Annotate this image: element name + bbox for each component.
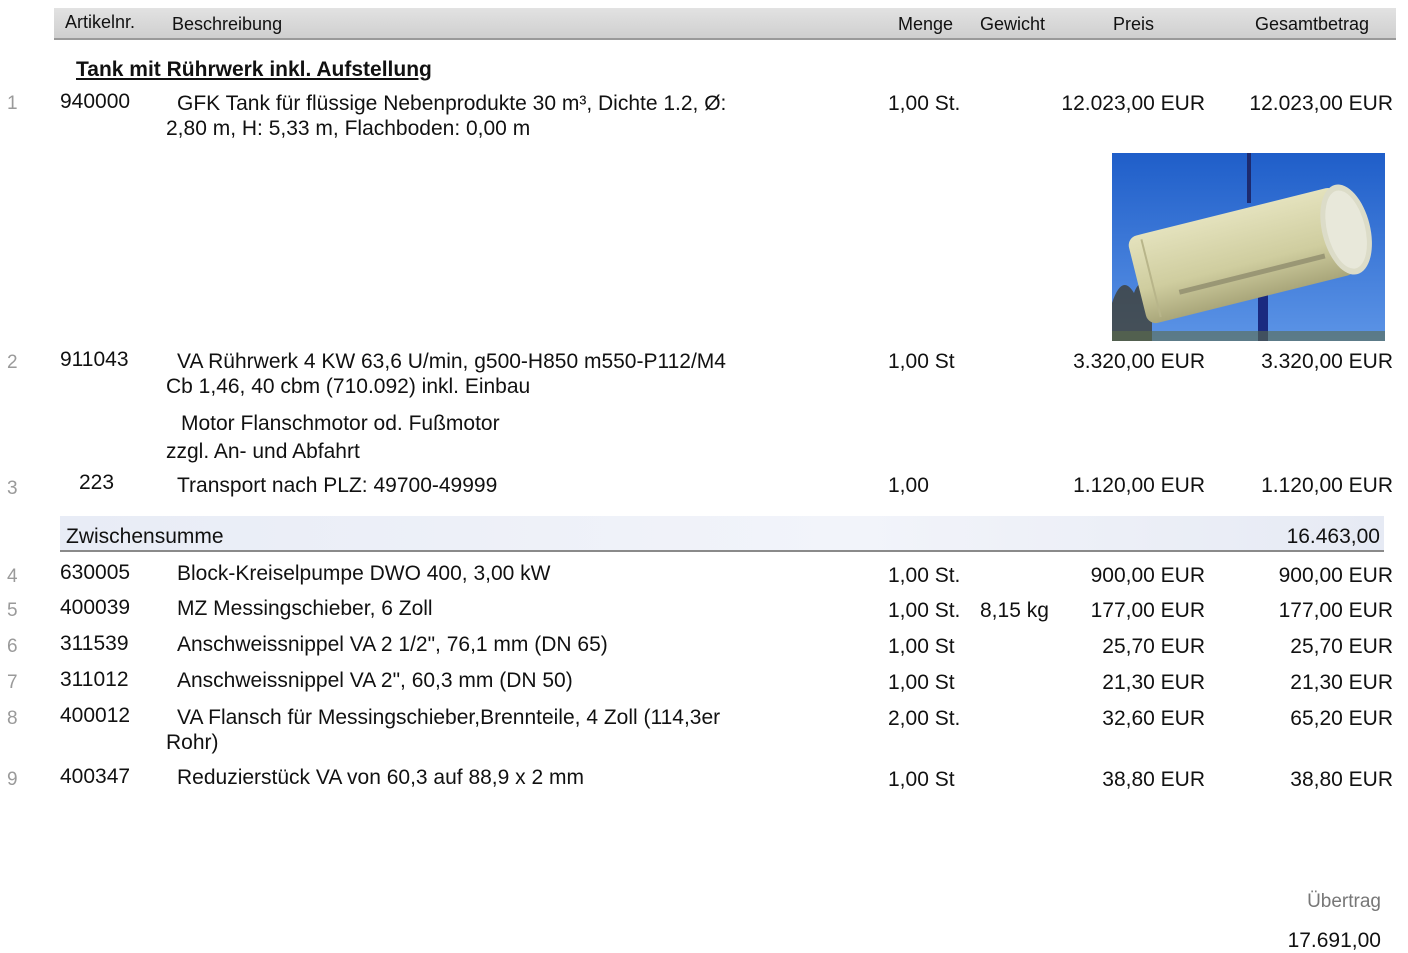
weight: 8,15 kg (980, 599, 1049, 622)
article-number: 940000 (60, 90, 131, 113)
article-number: 223 (79, 471, 115, 494)
quantity: 1,00 St (888, 635, 955, 658)
quantity: 1,00 St. (888, 564, 961, 587)
header-gesamtbetrag: Gesamtbetrag (1255, 14, 1370, 34)
header-gewicht: Gewicht (980, 14, 1046, 34)
header-artikelnr: Artikelnr. (65, 12, 136, 32)
carry-forward-value: 17.691,00 (1287, 929, 1381, 952)
header-menge: Menge (898, 14, 954, 34)
position-number: 2 (7, 352, 18, 373)
line-total: 12.023,00 EUR (1249, 92, 1393, 115)
quantity: 1,00 St (888, 350, 955, 373)
quantity: 1,00 St (888, 671, 955, 694)
quantity: 1,00 St (888, 768, 955, 791)
unit-price: 12.023,00 EUR (1061, 92, 1205, 115)
subtotal-bar (60, 516, 1384, 552)
description-line: VA Rührwerk 4 KW 63,6 U/min, g500-H850 m… (177, 350, 726, 373)
unit-price: 38,80 EUR (1102, 768, 1205, 791)
section-title: Tank mit Rührwerk inkl. Aufstellung (76, 58, 432, 81)
position-number: 9 (7, 769, 18, 790)
position-number: 6 (7, 636, 18, 657)
carry-forward-label: Übertrag (1307, 891, 1381, 912)
quantity: 1,00 St. (888, 92, 961, 115)
description-line: GFK Tank für flüssige Nebenprodukte 30 m… (177, 92, 727, 115)
position-number: 5 (7, 600, 18, 621)
tank-photo (1112, 153, 1385, 341)
unit-price: 21,30 EUR (1102, 671, 1205, 694)
description-line: Cb 1,46, 40 cbm (710.092) inkl. Einbau (166, 375, 531, 398)
note-line: zzgl. An- und Abfahrt (166, 440, 360, 463)
article-number: 311539 (60, 632, 129, 655)
line-total: 25,70 EUR (1290, 635, 1393, 658)
unit-price: 3.320,00 EUR (1073, 350, 1205, 373)
position-number: 7 (7, 672, 18, 693)
position-number: 4 (7, 566, 18, 587)
position-number: 3 (7, 478, 18, 499)
unit-price: 32,60 EUR (1102, 707, 1205, 730)
line-total: 1.120,00 EUR (1261, 474, 1393, 497)
line-total: 3.320,00 EUR (1261, 350, 1393, 373)
header-preis: Preis (1113, 14, 1155, 34)
subtotal-value: 16.463,00 (1286, 525, 1380, 548)
line-total: 38,80 EUR (1290, 768, 1393, 791)
description-line: 2,80 m, H: 5,33 m, Flachboden: 0,00 m (166, 117, 531, 140)
line-total: 65,20 EUR (1290, 707, 1393, 730)
description-line: MZ Messingschieber, 6 Zoll (177, 597, 433, 620)
quantity: 1,00 (888, 474, 929, 497)
line-total: 177,00 EUR (1278, 599, 1393, 622)
unit-price: 900,00 EUR (1090, 564, 1205, 587)
subtotal-label: Zwischensumme (66, 525, 224, 548)
line-total: 21,30 EUR (1290, 671, 1393, 694)
article-number: 400347 (60, 765, 131, 788)
article-number: 911043 (60, 348, 129, 371)
description-line: Anschweissnippel VA 2 1/2", 76,1 mm (DN … (177, 633, 608, 656)
unit-price: 1.120,00 EUR (1073, 474, 1205, 497)
line-total: 900,00 EUR (1278, 564, 1393, 587)
unit-price: 177,00 EUR (1090, 599, 1205, 622)
article-number: 400012 (60, 704, 131, 727)
quantity: 2,00 St. (888, 707, 961, 730)
unit-price: 25,70 EUR (1102, 635, 1205, 658)
position-number: 1 (7, 93, 18, 114)
description-line: Block-Kreiselpumpe DWO 400, 3,00 kW (177, 562, 551, 585)
description-line: Anschweissnippel VA 2", 60,3 mm (DN 50) (177, 669, 573, 692)
article-number: 630005 (60, 561, 131, 584)
article-number: 311012 (60, 668, 129, 691)
description-line: Rohr) (166, 731, 219, 754)
description-line: VA Flansch für Messingschieber,Brennteil… (177, 706, 721, 729)
note-line: Motor Flanschmotor od. Fußmotor (181, 412, 500, 435)
description-line: Reduzierstück VA von 60,3 auf 88,9 x 2 m… (177, 766, 584, 789)
position-number: 8 (7, 708, 18, 729)
article-number: 400039 (60, 596, 131, 619)
description-line: Transport nach PLZ: 49700-49999 (177, 474, 498, 497)
header-beschreibung: Beschreibung (172, 14, 283, 34)
quantity: 1,00 St. (888, 599, 961, 622)
